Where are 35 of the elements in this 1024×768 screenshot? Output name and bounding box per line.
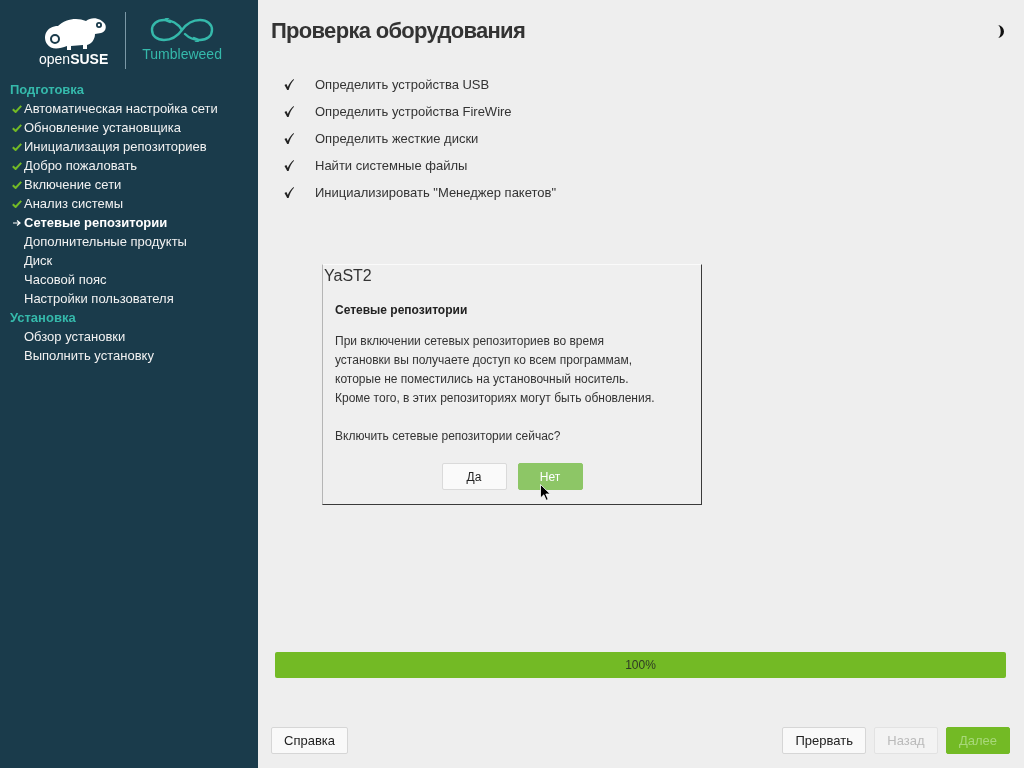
progress-label: 100% <box>625 658 656 672</box>
step-label: Часовой пояс <box>24 272 107 287</box>
infinity-loop-icon <box>150 18 215 42</box>
step-label: Добро пожаловать <box>24 158 138 173</box>
step-label: Выполнить установку <box>24 348 154 363</box>
task-label: Определить жесткие диски <box>315 131 479 146</box>
page-title: Проверка оборудования <box>271 18 526 44</box>
dialog-title: YaST2 <box>323 266 373 285</box>
dialog-heading: Сетевые репозитории <box>335 302 469 319</box>
brand-name: openSUSE <box>39 51 109 67</box>
section-title: Подготовка <box>9 81 86 99</box>
arrow-icon <box>13 219 21 226</box>
step-label: Настройки пользователя <box>24 291 174 306</box>
mouse-pointer-icon <box>540 484 551 501</box>
footer-button[interactable]: Прервать <box>782 727 866 754</box>
dialog-question: Включить сетевые репозитории сейчас? <box>335 428 562 445</box>
task-label: Определить устройства FireWire <box>315 104 512 119</box>
task-label: Инициализировать "Менеджер пакетов" <box>315 185 557 200</box>
step-label: Анализ системы <box>24 196 124 211</box>
footer-button[interactable]: Справка <box>271 727 348 754</box>
step-label: Диск <box>24 253 53 268</box>
dialog-button[interactable]: Да <box>441 463 507 490</box>
step-label: Инициализация репозиториев <box>24 139 207 154</box>
product-name: Tumbleweed <box>142 47 222 62</box>
step-label: Включение сети <box>24 177 122 192</box>
task-label: Найти системные файлы <box>315 158 468 173</box>
step-label: Дополнительные продукты <box>24 234 187 249</box>
section-title: Установка <box>9 309 77 327</box>
step-label: Сетевые репозитории <box>24 215 168 230</box>
step-label: Автоматическая настройка сети <box>24 101 218 116</box>
half-moon-icon[interactable] <box>996 24 1005 38</box>
task-label: Определить устройства USB <box>315 77 490 92</box>
dialog-message: При включении сетевых репозиториев во время установки вы получаете доступ ко всем программам, которые не поместились на установочный носитель. Кроме того, в этих репозиториях могут быть обновления. <box>335 333 656 407</box>
step-label: Обзор установки <box>24 329 126 344</box>
step-label: Обновление установщика <box>24 120 182 135</box>
